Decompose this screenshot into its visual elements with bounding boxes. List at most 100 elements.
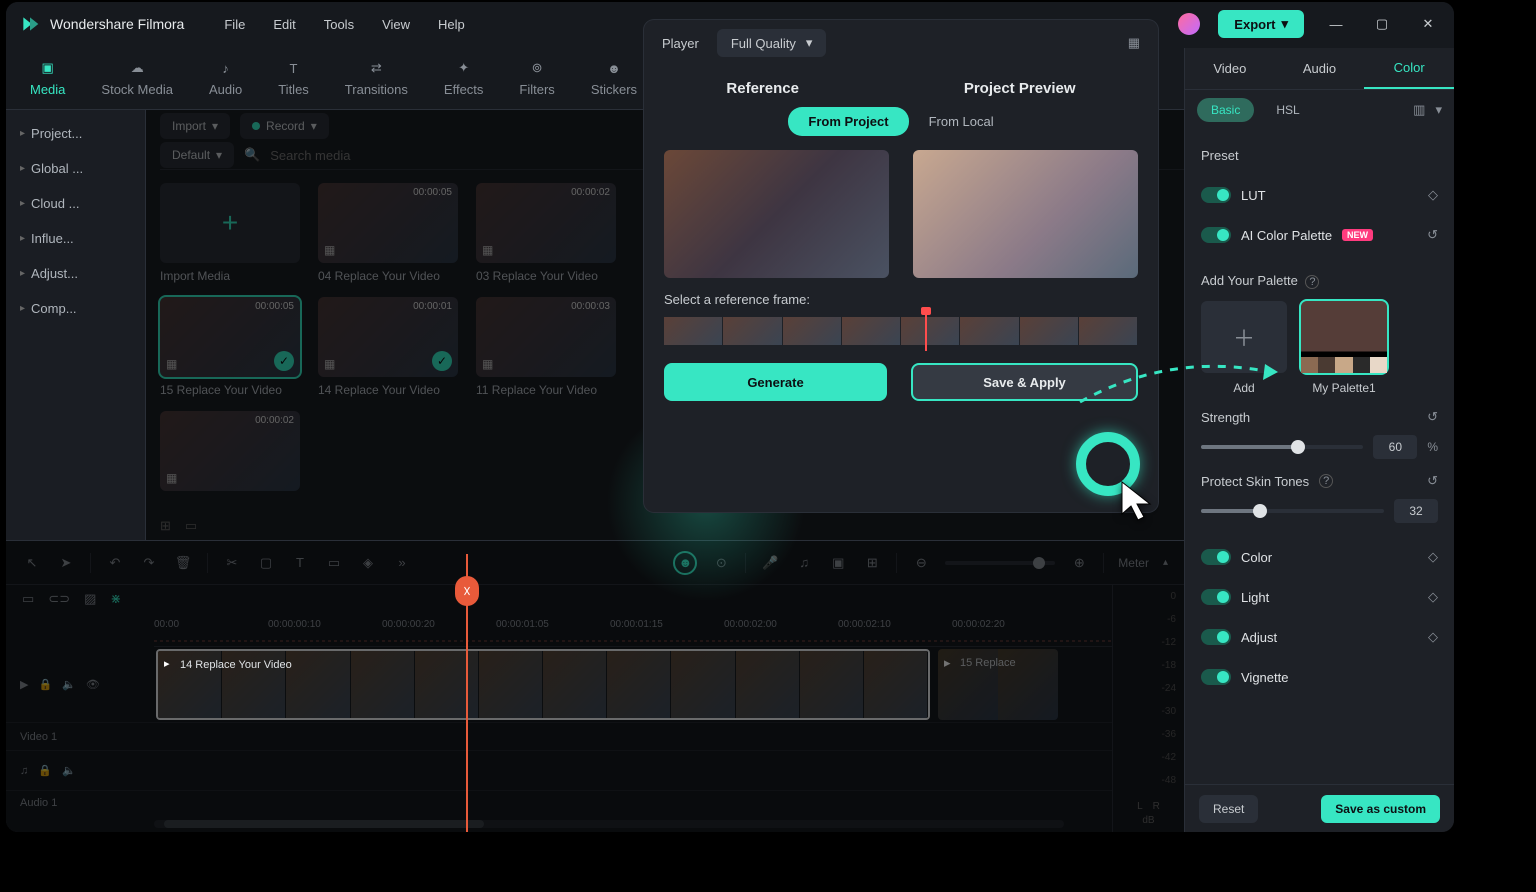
cut-icon[interactable]: ✂ [222,555,242,571]
playhead[interactable] [466,554,468,832]
light-toggle[interactable] [1201,589,1231,605]
lock-icon[interactable]: 🔒 [38,678,52,691]
menu-tools[interactable]: Tools [324,17,354,32]
adjust-toggle[interactable] [1201,629,1231,645]
zoom-slider[interactable] [945,561,1055,565]
keyframe-diamond-icon[interactable]: ◇ [1428,549,1438,565]
mode-tab-transitions[interactable]: ⇄Transitions [345,58,408,97]
tag-icon[interactable]: ◈ [358,555,378,571]
timeline-scrollbar[interactable] [154,820,1064,828]
strength-slider[interactable] [1201,445,1363,449]
keyframe-diamond-icon[interactable]: ◇ [1428,187,1438,203]
paint-icon[interactable]: ▨ [84,591,96,607]
reset-icon[interactable]: ↺ [1427,409,1438,425]
quality-selector[interactable]: Full Quality ▾ [717,29,827,57]
media-clip[interactable]: 00:00:05▦04 Replace Your Video [318,183,458,283]
mode-tab-filters[interactable]: ⊚Filters [519,58,554,97]
folder-cloud[interactable]: Cloud ... [6,186,145,221]
from-project-tab[interactable]: From Project [788,107,908,136]
keyframe-diamond-icon[interactable]: ◇ [1428,589,1438,605]
subtab-hsl[interactable]: HSL [1262,98,1313,122]
keyframe-diamond-icon[interactable]: ◇ [1428,629,1438,645]
more-icon[interactable]: » [392,555,412,570]
mute-icon[interactable]: 🔈 [62,764,76,777]
inspector-tab-color[interactable]: Color [1364,48,1454,89]
lock-icon[interactable]: 🔒 [38,764,52,777]
menu-view[interactable]: View [382,17,410,32]
media-clip[interactable]: 00:00:01▦✓14 Replace Your Video [318,297,458,397]
info-icon[interactable]: ? [1319,474,1333,488]
meter-label[interactable]: Meter [1118,556,1149,570]
folder-icon[interactable]: ▭ [185,518,197,534]
inspector-tab-video[interactable]: Video [1185,48,1275,89]
media-clip[interactable]: 00:00:02▦ [160,411,300,497]
undo-icon[interactable]: ↶ [105,555,125,571]
vignette-toggle[interactable] [1201,669,1231,685]
generate-button[interactable]: Generate [664,363,887,401]
export-button[interactable]: Export ▾ [1218,10,1304,38]
info-icon[interactable]: ? [1305,275,1319,289]
folder-project[interactable]: Project... [6,116,145,151]
link-icon[interactable]: ⊂⊃ [48,591,70,607]
chevron-down-icon[interactable]: ▾ [1435,102,1442,118]
media-clip[interactable]: +Import Media [160,183,300,283]
reset-button[interactable]: Reset [1199,795,1258,823]
delete-icon[interactable]: 🗑 [173,555,193,571]
sort-default-button[interactable]: Default ▾ [160,142,234,168]
mic-icon[interactable]: 🎤 [760,555,780,571]
zoom-out-icon[interactable]: ⊖ [911,555,931,571]
media-clip[interactable]: 00:00:05▦✓15 Replace Your Video [160,297,300,397]
protect-value[interactable]: 32 [1394,499,1438,523]
new-folder-icon[interactable]: ⊞ [160,518,171,534]
audio-icon[interactable]: ♫ [20,765,28,777]
cursor-tool-icon[interactable]: ➤ [56,555,76,571]
mixer-icon[interactable]: ♫ [794,555,814,570]
menu-file[interactable]: File [224,17,245,32]
timeline-clip-2[interactable]: ▸ 15 Replace [938,649,1058,720]
media-clip[interactable]: 00:00:02▦03 Replace Your Video [476,183,616,283]
mode-tab-stickers[interactable]: ☻Stickers [591,58,637,97]
zoom-in-icon[interactable]: ⊕ [1069,555,1089,571]
ai-icon[interactable]: ☻ [673,551,697,575]
eye-icon[interactable]: 👁 [86,678,100,691]
playhead-handle[interactable] [455,576,479,606]
folder-comp[interactable]: Comp... [6,291,145,326]
menu-help[interactable]: Help [438,17,465,32]
track-view-icon[interactable]: ▭ [22,591,34,607]
marker-icon[interactable]: ▣ [828,555,848,571]
ruler[interactable]: 00:0000:00:00:1000:00:00:2000:00:01:0500… [154,613,1184,647]
mode-tab-effects[interactable]: ✦Effects [444,58,484,97]
reference-frame-strip[interactable] [664,317,1138,345]
camera-icon[interactable]: ▶ [20,678,28,691]
magnet-icon[interactable]: ⋇ [110,591,121,607]
timeline-clip-1[interactable]: ▸ 14 Replace Your Video [156,649,930,720]
import-button[interactable]: Import ▾ [160,113,230,139]
grid-view-icon[interactable]: ▦ [1128,35,1140,51]
record-button[interactable]: Record ▾ [240,113,329,139]
audio-tool-icon[interactable]: ⊙ [711,555,731,571]
mode-tab-media[interactable]: ▣Media [30,58,65,97]
compare-icon[interactable]: ▥ [1413,102,1425,118]
lut-toggle[interactable] [1201,187,1231,203]
snap-icon[interactable]: ⊞ [862,555,882,571]
user-avatar[interactable] [1178,13,1200,35]
palette-thumb-1[interactable] [1301,301,1387,373]
reset-icon[interactable]: ↺ [1427,473,1438,489]
folder-adjust[interactable]: Adjust... [6,256,145,291]
mute-icon[interactable]: 🔈 [62,678,76,691]
media-clip[interactable]: 00:00:03▦11 Replace Your Video [476,297,616,397]
text-icon[interactable]: T [290,555,310,570]
folder-global[interactable]: Global ... [6,151,145,186]
menu-edit[interactable]: Edit [273,17,295,32]
from-local-tab[interactable]: From Local [909,107,1014,136]
reset-icon[interactable]: ↺ [1427,227,1438,243]
color-toggle[interactable] [1201,549,1231,565]
folder-influe[interactable]: Influe... [6,221,145,256]
strength-value[interactable]: 60 [1373,435,1417,459]
inspector-tab-audio[interactable]: Audio [1275,48,1365,89]
save-custom-button[interactable]: Save as custom [1321,795,1440,823]
window-close-button[interactable]: ✕ [1414,10,1442,38]
crop-icon[interactable]: ▢ [256,555,276,571]
subtab-basic[interactable]: Basic [1197,98,1254,122]
protect-slider[interactable] [1201,509,1384,513]
